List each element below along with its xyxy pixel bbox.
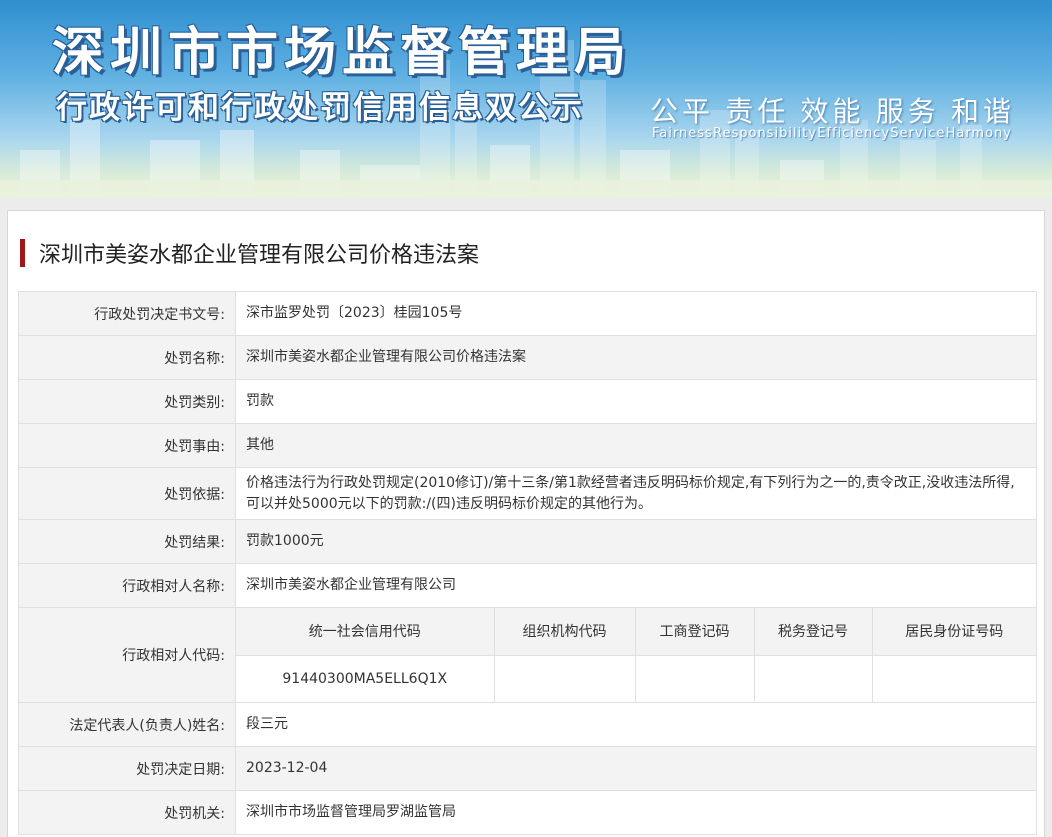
row-label: 处罚决定日期: (18, 746, 236, 791)
code-header: 税务登记号 (753, 608, 873, 656)
row-value: 2023-12-04 (235, 746, 1037, 791)
row-value: 深市监罗处罚〔2023〕桂园105号 (235, 291, 1037, 336)
code-header-row: 统一社会信用代码 组织机构代码 工商登记码 税务登记号 居民身份证号码 (236, 608, 1036, 656)
table-row: 处罚名称: 深圳市美姿水都企业管理有限公司价格违法案 (18, 335, 1037, 380)
table-row: 处罚机关: 深圳市市场监督管理局罗湖监管局 (18, 790, 1037, 835)
row-label: 处罚类别: (18, 379, 236, 424)
table-row: 处罚事由: 其他 (18, 423, 1037, 468)
slogan-en-word: Service (890, 126, 946, 141)
slogan-word: 公平 (650, 95, 715, 128)
table-row: 行政相对人名称: 深圳市美姿水都企业管理有限公司 (18, 563, 1037, 608)
case-heading: 深圳市美姿水都企业管理有限公司价格违法案 (20, 237, 479, 269)
slogan-word: 和谐 (950, 95, 1015, 128)
slogan-en-word: Fairness (652, 126, 713, 141)
id-card-value (871, 654, 1036, 702)
row-label: 行政处罚决定书文号: (18, 291, 236, 336)
org-code-value (493, 654, 636, 702)
row-label: 处罚名称: (18, 335, 236, 380)
row-label: 处罚依据: (18, 467, 236, 520)
code-value-row: 91440300MA5ELL6Q1X (236, 654, 1036, 702)
title-accent-bar (20, 239, 25, 267)
row-value: 深圳市美姿水都企业管理有限公司 (235, 563, 1037, 608)
table-row: 行政相对人代码: 统一社会信用代码 组织机构代码 工商登记码 税务登记号 居民身… (18, 607, 1037, 703)
content-panel: 深圳市美姿水都企业管理有限公司价格违法案 行政处罚决定书文号: 深市监罗处罚〔2… (7, 210, 1045, 837)
table-row: 处罚结果: 罚款1000元 (18, 519, 1037, 564)
row-label: 行政相对人代码: (18, 607, 236, 703)
row-label: 处罚事由: (18, 423, 236, 468)
business-reg-value (634, 654, 755, 702)
row-value: 其他 (235, 423, 1037, 468)
code-header: 组织机构代码 (493, 608, 636, 656)
slogan-en-word: Efficiency (817, 126, 891, 141)
row-label: 处罚机关: (18, 790, 236, 835)
row-value: 段三元 (235, 702, 1037, 747)
row-label: 行政相对人名称: (18, 563, 236, 608)
agency-title: 深圳市市场监督管理局 (52, 23, 633, 83)
slogan-cn: 公平 责任 效能 服务 和谐 (650, 90, 1015, 130)
slogan-word: 责任 (725, 95, 790, 128)
table-row: 处罚依据: 价格违法行为行政处罚规定(2010修订)/第十三条/第1款经营者违反… (18, 467, 1037, 520)
code-header: 居民身份证号码 (871, 608, 1036, 656)
banner-subtitle: 行政许可和行政处罚信用信息双公示 (56, 90, 584, 126)
row-value: 价格违法行为行政处罚规定(2010修订)/第十三条/第1款经营者违反明码标价规定… (235, 467, 1037, 520)
table-row: 法定代表人(负责人)姓名: 段三元 (18, 702, 1037, 747)
party-code-table: 统一社会信用代码 组织机构代码 工商登记码 税务登记号 居民身份证号码 9144… (236, 608, 1036, 702)
row-value: 罚款1000元 (235, 519, 1037, 564)
party-code-cell: 统一社会信用代码 组织机构代码 工商登记码 税务登记号 居民身份证号码 9144… (235, 607, 1037, 703)
credit-code-value: 91440300MA5ELL6Q1X (236, 654, 495, 702)
table-row: 行政处罚决定书文号: 深市监罗处罚〔2023〕桂园105号 (18, 291, 1037, 336)
slogan-en-word: Responsibility (713, 126, 817, 141)
code-header: 统一社会信用代码 (236, 608, 495, 656)
table-row: 处罚决定日期: 2023-12-04 (18, 746, 1037, 791)
slogan-word: 效能 (800, 95, 865, 128)
table-row: 处罚类别: 罚款 (18, 379, 1037, 424)
page-title: 深圳市美姿水都企业管理有限公司价格违法案 (39, 243, 480, 268)
row-value: 深圳市市场监督管理局罗湖监管局 (235, 790, 1037, 835)
row-label: 处罚结果: (18, 519, 236, 564)
row-label: 法定代表人(负责人)姓名: (18, 702, 236, 747)
tax-reg-value (753, 654, 873, 702)
row-value: 深圳市美姿水都企业管理有限公司价格违法案 (235, 335, 1037, 380)
row-value: 罚款 (235, 379, 1037, 424)
code-header: 工商登记码 (634, 608, 755, 656)
header-banner: 深圳市市场监督管理局 行政许可和行政处罚信用信息双公示 公平 责任 效能 服务 … (0, 0, 1052, 198)
slogan-word: 服务 (875, 95, 940, 128)
penalty-info-table: 行政处罚决定书文号: 深市监罗处罚〔2023〕桂园105号 处罚名称: 深圳市美… (18, 291, 1037, 835)
slogan-en: Fairness Responsibility Efficiency Servi… (652, 126, 1012, 141)
slogan-en-word: Harmony (945, 126, 1012, 141)
